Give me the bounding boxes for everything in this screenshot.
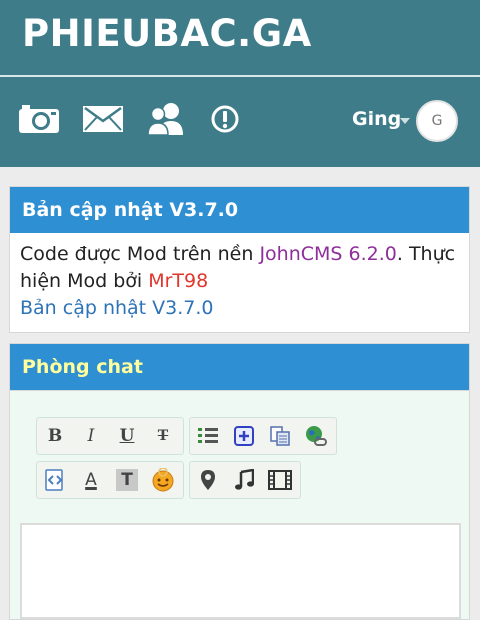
code-icon[interactable] — [37, 463, 73, 497]
update-panel-title: Bản cập nhật V3.7.0 — [10, 187, 469, 233]
mail-icon[interactable] — [81, 99, 125, 139]
smiley-icon[interactable] — [145, 463, 181, 497]
chat-editor: B I U T A T — [9, 390, 470, 620]
avatar[interactable]: G — [416, 100, 458, 142]
underline-button[interactable]: U — [109, 419, 145, 453]
strike-button[interactable]: T — [145, 419, 181, 453]
chat-panel: Phòng chat — [9, 343, 470, 391]
top-bar: PHIEUBAC.GA Ging G — [0, 0, 480, 167]
add-box-icon[interactable] — [226, 419, 262, 453]
chat-panel-title: Phòng chat — [10, 344, 469, 390]
style-toolbar: A T — [36, 461, 184, 499]
text-background-button[interactable]: T — [109, 463, 145, 497]
globe-link-icon[interactable] — [298, 419, 334, 453]
update-text: Code được Mod trên nền — [20, 243, 260, 265]
text-bg-label: T — [116, 469, 138, 491]
divider — [0, 75, 480, 77]
copy-icon[interactable] — [262, 419, 298, 453]
bold-button[interactable]: B — [37, 419, 73, 453]
author-link[interactable]: MrT98 — [148, 270, 208, 292]
location-pin-icon[interactable] — [190, 463, 226, 497]
media-toolbar — [189, 461, 301, 499]
format-toolbar: B I U T — [36, 417, 184, 455]
text-color-button[interactable]: A — [73, 463, 109, 497]
site-logo[interactable]: PHIEUBAC.GA — [22, 12, 312, 55]
user-menu[interactable]: Ging — [352, 108, 401, 130]
alert-icon[interactable] — [203, 99, 247, 139]
camera-icon[interactable] — [17, 99, 61, 139]
update-link[interactable]: Bản cập nhật V3.7.0 — [20, 297, 214, 319]
cms-link[interactable]: JohnCMS 6.2.0 — [259, 243, 396, 265]
users-icon[interactable] — [144, 99, 188, 139]
message-textarea[interactable] — [20, 523, 461, 619]
chevron-down-icon[interactable] — [400, 118, 410, 124]
film-icon[interactable] — [262, 463, 298, 497]
update-panel-body: Code được Mod trên nền JohnCMS 6.2.0. Th… — [10, 233, 469, 330]
italic-button[interactable]: I — [73, 419, 109, 453]
list-icon[interactable] — [190, 419, 226, 453]
update-panel: Bản cập nhật V3.7.0 Code được Mod trên n… — [9, 186, 470, 333]
music-icon[interactable] — [226, 463, 262, 497]
insert-toolbar — [189, 417, 337, 455]
